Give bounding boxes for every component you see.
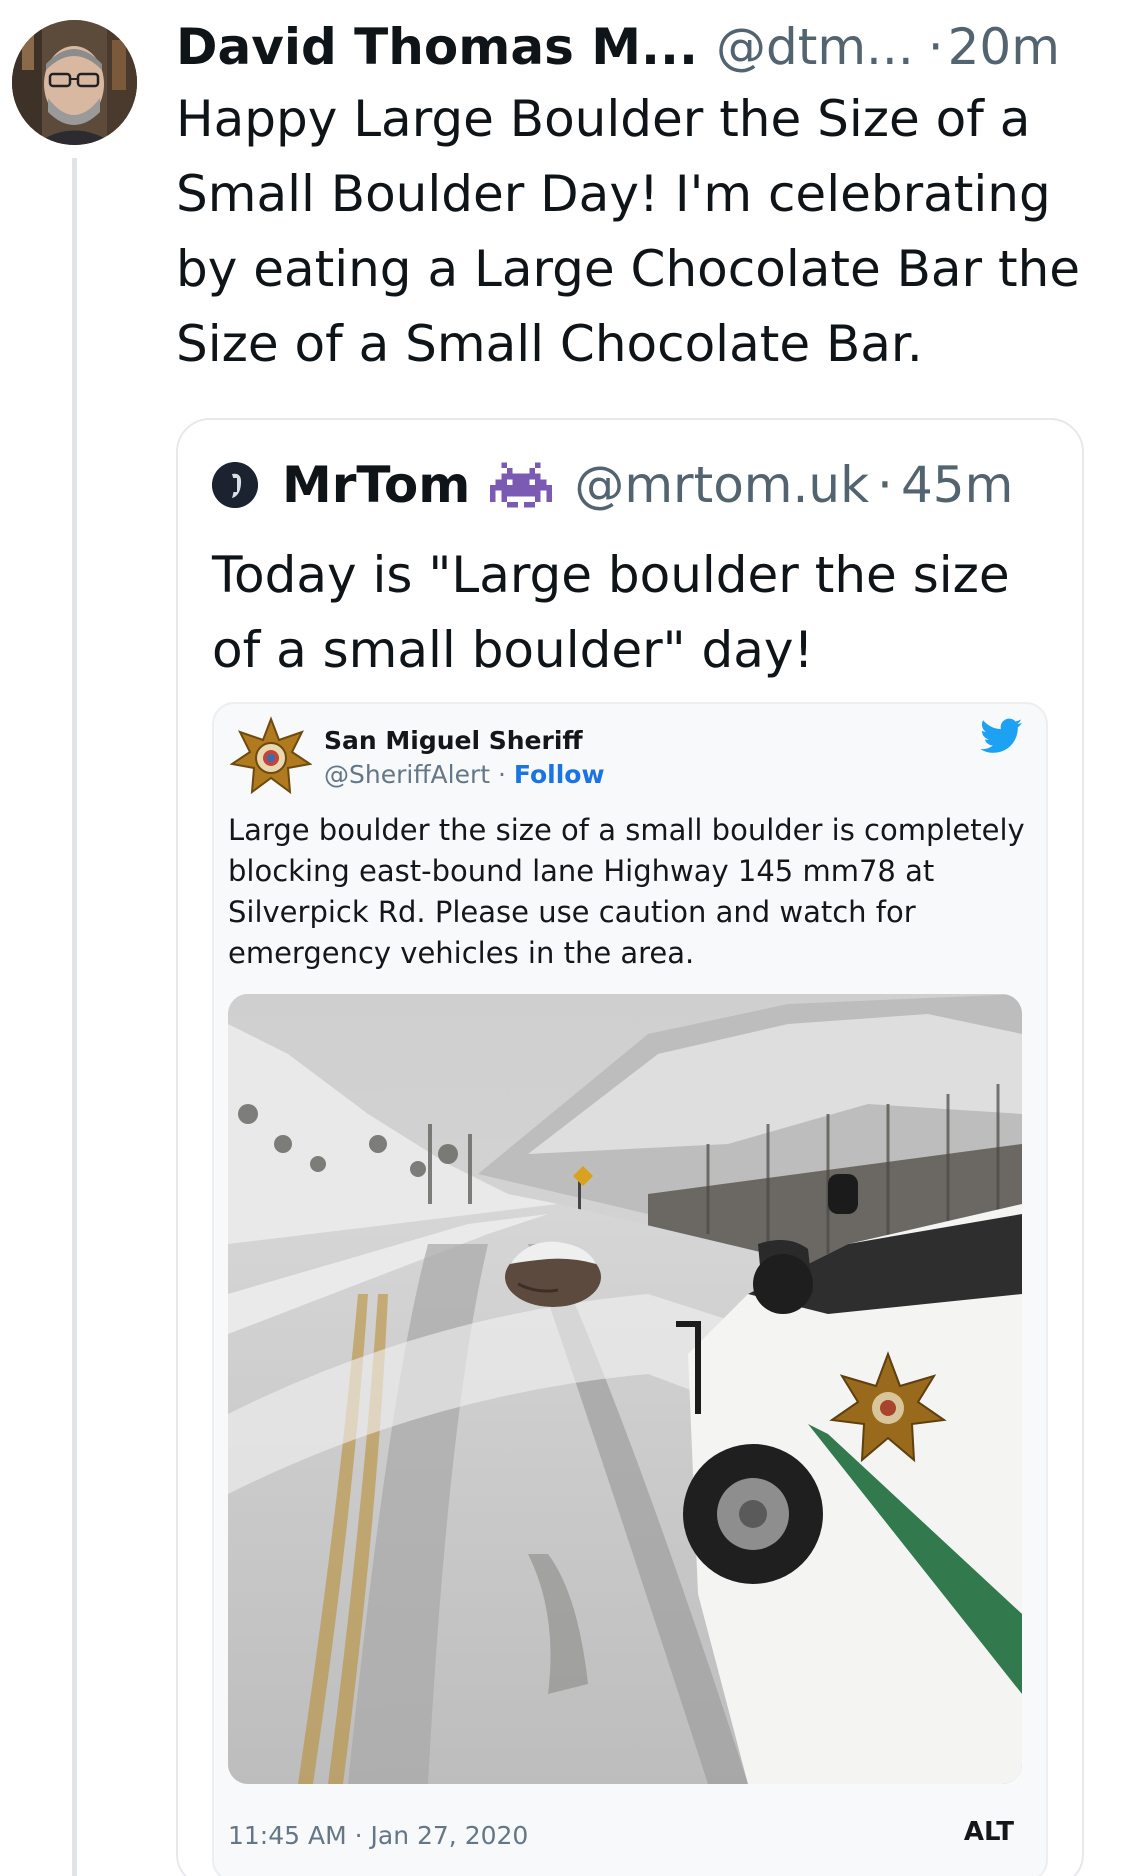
author-handle[interactable]: @dtm... xyxy=(716,18,914,76)
embedded-tweet[interactable]: San Miguel Sheriff @SheriffAlert · Follo… xyxy=(212,702,1048,1876)
separator-dot: · xyxy=(927,18,944,76)
post[interactable]: David Thomas M... @dtm... · 20m Happy La… xyxy=(176,18,1096,382)
embed-separator: · xyxy=(490,760,514,789)
twitter-bird-icon[interactable] xyxy=(980,718,1022,754)
sheriff-badge-avatar[interactable] xyxy=(230,716,312,798)
alt-text-button[interactable]: ALT xyxy=(964,1817,1014,1847)
author-name[interactable]: David Thomas M... xyxy=(176,18,698,76)
quote-time[interactable]: 45m xyxy=(901,456,1013,514)
embed-text: Large boulder the size of a small boulde… xyxy=(228,813,1025,970)
quote-avatar[interactable] xyxy=(212,462,258,508)
quote-text: Today is "Large boulder the size of a sm… xyxy=(212,546,1010,679)
embed-author: San Miguel Sheriff @SheriffAlert · Follo… xyxy=(324,724,605,792)
quote-author-handle[interactable]: @mrtom.uk xyxy=(574,456,869,514)
embed-header: San Miguel Sheriff @SheriffAlert · Follo… xyxy=(230,716,605,798)
post-time[interactable]: 20m xyxy=(948,18,1060,76)
quote-card[interactable]: MrTom @mrtom.uk · 45m Today is "Large bo… xyxy=(176,418,1084,1876)
boulder-road-photo[interactable] xyxy=(228,994,1022,1784)
embed-timestamp[interactable]: 11:45 AM · Jan 27, 2020 xyxy=(228,1821,528,1850)
embed-author-handle[interactable]: @SheriffAlert xyxy=(324,760,490,789)
embed-author-name[interactable]: San Miguel Sheriff xyxy=(324,724,605,758)
quote-separator-dot: · xyxy=(877,456,893,514)
quote-author-name[interactable]: MrTom xyxy=(282,456,470,514)
quote-header: MrTom @mrtom.uk · 45m xyxy=(212,456,1013,514)
post-header: David Thomas M... @dtm... · 20m xyxy=(176,18,1096,76)
thread-line xyxy=(72,158,77,1876)
embed-author-line: @SheriffAlert · Follow xyxy=(324,758,605,792)
post-text: Happy Large Boulder the Size of a Small … xyxy=(176,90,1081,373)
author-avatar[interactable] xyxy=(12,20,137,145)
space-invader-icon xyxy=(490,462,553,508)
follow-button[interactable]: Follow xyxy=(514,760,605,789)
